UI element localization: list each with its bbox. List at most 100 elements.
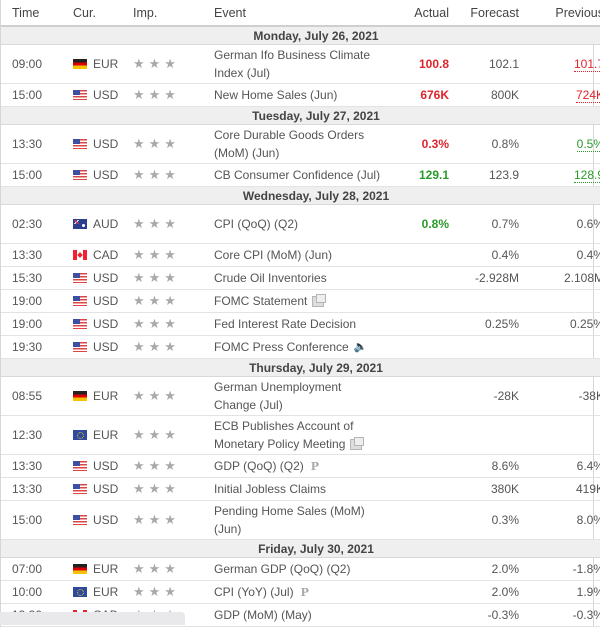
- event-name-link[interactable]: CPI (QoQ) (Q2): [214, 217, 298, 231]
- event-importance: ★★★: [133, 376, 213, 416]
- event-name-cell[interactable]: GDP (QoQ) (Q2) P: [213, 454, 384, 478]
- speaker-icon[interactable]: 🔈: [354, 338, 368, 356]
- column-header-previous[interactable]: Previous: [519, 0, 600, 27]
- flag-us-icon: [73, 139, 87, 149]
- event-name-cell[interactable]: GDP (MoM) (May): [213, 603, 384, 627]
- event-name-link[interactable]: German Unemployment Change (Jul): [214, 380, 341, 412]
- event-row[interactable]: 13:30 USD ★★★ Core Durable Goods Orders (Mo…: [1, 124, 600, 164]
- previous-value[interactable]: 128.9: [573, 168, 600, 183]
- previous-value[interactable]: 101.7: [573, 57, 600, 72]
- event-name-cell[interactable]: Crude Oil Inventories: [213, 266, 384, 290]
- event-name-cell[interactable]: Core CPI (MoM) (Jun): [213, 243, 384, 267]
- event-time: 13:30: [1, 243, 73, 267]
- event-forecast: 0.4%: [449, 243, 519, 267]
- column-header-currency[interactable]: Cur.: [73, 0, 133, 27]
- previous-value[interactable]: 0.5%: [576, 137, 600, 152]
- event-name-cell[interactable]: Fed Interest Rate Decision: [213, 312, 384, 336]
- event-row[interactable]: 12:30 EUR ★★★ ECB Publishes Account of Mone…: [1, 415, 600, 455]
- actual-value: 0.8%: [421, 217, 449, 231]
- column-header-actual[interactable]: Actual: [384, 0, 449, 27]
- event-previous: 2.108M: [519, 266, 600, 290]
- event-importance: ★★★: [133, 580, 213, 604]
- event-previous: 0.25%: [519, 312, 600, 336]
- event-actual: [384, 500, 449, 540]
- event-row[interactable]: 19:00 USD ★★★ Fed Interest Rate Decision 0.2…: [1, 312, 600, 336]
- event-name-link[interactable]: GDP (QoQ) (Q2): [214, 459, 304, 473]
- event-name-link[interactable]: Core Durable Goods Orders (MoM) (Jun): [214, 128, 364, 160]
- event-name-cell[interactable]: ECB Publishes Account of Monetary Policy…: [213, 415, 384, 455]
- event-row[interactable]: 08:55 EUR ★★★ German Unemployment Change (J…: [1, 376, 600, 416]
- event-name-cell[interactable]: New Home Sales (Jun): [213, 83, 384, 107]
- event-name-cell[interactable]: CPI (QoQ) (Q2): [213, 204, 384, 244]
- event-name-cell[interactable]: German GDP (QoQ) (Q2): [213, 557, 384, 581]
- event-name-cell[interactable]: FOMC Press Conference 🔈: [213, 335, 384, 359]
- event-currency: EUR: [73, 376, 133, 416]
- event-previous: [519, 335, 600, 359]
- importance-stars-icon: ★★★: [133, 293, 180, 308]
- event-name-link[interactable]: Core CPI (MoM) (Jun): [214, 248, 332, 262]
- event-row[interactable]: 15:00 USD ★★★ Pending Home Sales (MoM) (Jun…: [1, 500, 600, 540]
- event-name-link[interactable]: GDP (MoM) (May): [214, 608, 312, 622]
- event-row[interactable]: 19:30 USD ★★★ FOMC Press Conference 🔈: [1, 335, 600, 359]
- event-name-link[interactable]: Crude Oil Inventories: [214, 271, 327, 285]
- event-row[interactable]: 13:30 CAD ★★★ Core CPI (MoM) (Jun) 0.4% 0.4%: [1, 243, 600, 267]
- event-time: 13:30: [1, 477, 73, 501]
- column-header-importance[interactable]: Imp.: [133, 0, 213, 27]
- event-name-cell[interactable]: German Unemployment Change (Jul): [213, 376, 384, 416]
- event-importance: ★★★: [133, 415, 213, 455]
- event-name-cell[interactable]: Pending Home Sales (MoM) (Jun): [213, 500, 384, 540]
- importance-stars-icon: ★★★: [133, 167, 180, 182]
- event-name-cell[interactable]: CPI (YoY) (Jul) P: [213, 580, 384, 604]
- event-name-link[interactable]: FOMC Statement: [214, 294, 307, 308]
- event-name-link[interactable]: New Home Sales (Jun): [214, 88, 337, 102]
- event-name-link[interactable]: Initial Jobless Claims: [214, 482, 326, 496]
- day-header-row: Tuesday, July 27, 2021: [1, 106, 600, 125]
- event-forecast: 0.25%: [449, 312, 519, 336]
- event-previous: 0.5%: [519, 124, 600, 164]
- document-icon[interactable]: [312, 294, 327, 308]
- importance-stars-icon: ★★★: [133, 458, 180, 473]
- day-header-row: Thursday, July 29, 2021: [1, 358, 600, 377]
- previous-value: 0.6%: [576, 217, 600, 231]
- event-name-link[interactable]: ECB Publishes Account of Monetary Policy…: [214, 419, 353, 451]
- event-forecast: 0.8%: [449, 124, 519, 164]
- event-row[interactable]: 09:00 EUR ★★★ German Ifo Business Climate I…: [1, 44, 600, 84]
- event-name-cell[interactable]: Core Durable Goods Orders (MoM) (Jun): [213, 124, 384, 164]
- previous-value[interactable]: 724K: [575, 88, 600, 103]
- event-row[interactable]: 13:30 USD ★★★ GDP (QoQ) (Q2) P 8.6% 6.4%: [1, 454, 600, 478]
- event-name-cell[interactable]: CB Consumer Confidence (Jul): [213, 163, 384, 187]
- event-forecast: 2.0%: [449, 580, 519, 604]
- event-actual: [384, 454, 449, 478]
- event-name-cell[interactable]: Initial Jobless Claims: [213, 477, 384, 501]
- column-header-forecast[interactable]: Forecast: [449, 0, 519, 27]
- importance-stars-icon: ★★★: [133, 316, 180, 331]
- event-name-link[interactable]: Pending Home Sales (MoM) (Jun): [214, 504, 365, 536]
- column-header-event[interactable]: Event: [213, 0, 384, 27]
- event-time: 15:00: [1, 163, 73, 187]
- event-time: 13:30: [1, 454, 73, 478]
- event-name-link[interactable]: FOMC Press Conference: [214, 340, 349, 354]
- event-name-link[interactable]: CPI (YoY) (Jul): [214, 585, 294, 599]
- preliminary-icon: P: [310, 459, 320, 473]
- day-header-row: Monday, July 26, 2021: [1, 25, 600, 45]
- event-name-link[interactable]: German GDP (QoQ) (Q2): [214, 562, 350, 576]
- event-row[interactable]: 02:30 AUD ★★★ CPI (QoQ) (Q2) 0.8%0.7% 0.6%: [1, 204, 600, 244]
- event-row[interactable]: 13:30 USD ★★★ Initial Jobless Claims 380K 419…: [1, 477, 600, 501]
- event-row[interactable]: 07:00 EUR ★★★ German GDP (QoQ) (Q2) 2.0% -1.8…: [1, 557, 600, 581]
- document-icon[interactable]: [350, 437, 365, 451]
- event-name-link[interactable]: German Ifo Business Climate Index (Jul): [214, 48, 370, 80]
- event-name-cell[interactable]: German Ifo Business Climate Index (Jul): [213, 44, 384, 84]
- event-name-link[interactable]: CB Consumer Confidence (Jul): [214, 168, 380, 182]
- event-name-link[interactable]: Fed Interest Rate Decision: [214, 317, 356, 331]
- event-importance: ★★★: [133, 124, 213, 164]
- event-row[interactable]: 15:00 USD ★★★ New Home Sales (Jun) 676K 800K 7…: [1, 83, 600, 107]
- column-header-time[interactable]: Time: [1, 0, 73, 27]
- event-forecast: 800K: [449, 83, 519, 107]
- event-name-cell[interactable]: FOMC Statement: [213, 289, 384, 313]
- event-row[interactable]: 15:00 USD ★★★ CB Consumer Confidence (Jul) 1…: [1, 163, 600, 187]
- day-label: Tuesday, July 27, 2021: [1, 106, 600, 125]
- flag-us-icon: [73, 515, 87, 525]
- event-row[interactable]: 10:00 EUR ★★★ CPI (YoY) (Jul) P 2.0% 1.9%: [1, 580, 600, 604]
- event-row[interactable]: 15:30 USD ★★★ Crude Oil Inventories -2.928M 2…: [1, 266, 600, 290]
- event-row[interactable]: 19:00 USD ★★★ FOMC Statement: [1, 289, 600, 313]
